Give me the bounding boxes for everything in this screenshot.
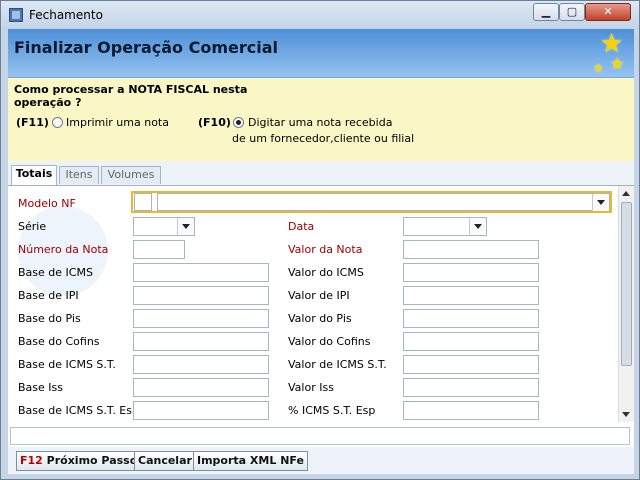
f10-key-label: (F10): [198, 116, 231, 129]
base-icms-st-esp-input[interactable]: [133, 401, 269, 420]
vertical-scrollbar[interactable]: [618, 186, 634, 422]
label-valor-cofins: Valor do Cofins: [288, 335, 371, 348]
radio-digitar-label[interactable]: Digitar uma nota recebida: [248, 116, 392, 129]
label-base-cofins: Base do Cofins: [18, 335, 100, 348]
tab-strip: Totais Itens Volumes: [8, 161, 634, 186]
header-banner: Finalizar Operação Comercial ★ ★ ★: [8, 29, 634, 78]
next-step-label: Próximo Passo: [46, 454, 138, 467]
action-bar: F12 Próximo Passo Cancelar Importa XML N…: [8, 447, 634, 474]
chevron-down-icon[interactable]: [177, 218, 194, 235]
f12-key-label: F12: [20, 454, 43, 467]
radio-digitar-label-line2: de um fornecedor,cliente ou filial: [232, 132, 415, 145]
title-bar[interactable]: Fechamento ▁ ▢ ✕: [1, 1, 639, 29]
scroll-thumb[interactable]: [621, 202, 632, 366]
label-base-icms-st-esp: Base de ICMS S.T. Esp: [18, 404, 139, 417]
label-valor-ipi: Valor de IPI: [288, 289, 350, 302]
radio-imprimir[interactable]: [52, 117, 63, 128]
label-serie: Série: [18, 220, 47, 233]
label-data: Data: [288, 220, 315, 233]
label-base-icms: Base de ICMS: [18, 266, 93, 279]
serie-select[interactable]: [133, 217, 195, 236]
label-valor-iss: Valor Iss: [288, 381, 334, 394]
status-strip: [10, 427, 630, 445]
app-icon: [9, 8, 23, 22]
valor-icms-input[interactable]: [403, 263, 539, 282]
close-icon[interactable]: ✕: [585, 3, 631, 21]
tab-volumes[interactable]: Volumes: [101, 166, 161, 184]
label-valor-icms-st: Valor de ICMS S.T.: [288, 358, 387, 371]
label-base-ipi: Base de IPI: [18, 289, 79, 302]
base-ipi-input[interactable]: [133, 286, 269, 305]
import-xml-button[interactable]: Importa XML NFe: [193, 451, 308, 471]
numero-nota-input[interactable]: [133, 240, 185, 259]
valor-ipi-input[interactable]: [403, 286, 539, 305]
radio-digitar[interactable]: [233, 117, 244, 128]
f11-key-label: (F11): [16, 116, 49, 129]
base-icms-st-input[interactable]: [133, 355, 269, 374]
label-pct-icms-st-esp: % ICMS S.T. Esp: [288, 404, 376, 417]
data-select[interactable]: [403, 217, 487, 236]
valor-nota-input[interactable]: [403, 240, 539, 259]
label-numero-nota: Número da Nota: [18, 243, 109, 256]
window-title: Fechamento: [29, 8, 103, 22]
question-panel: Como processar a NOTA FISCAL nesta opera…: [8, 78, 634, 161]
minimize-icon[interactable]: ▁: [533, 3, 559, 21]
dialog-body: Finalizar Operação Comercial ★ ★ ★ Como …: [8, 29, 634, 474]
label-base-icms-st: Base de ICMS S.T.: [18, 358, 116, 371]
next-step-button[interactable]: F12 Próximo Passo: [16, 451, 142, 471]
radio-imprimir-label[interactable]: Imprimir uma nota: [66, 116, 169, 129]
valor-icms-st-input[interactable]: [403, 355, 539, 374]
valor-pis-input[interactable]: [403, 309, 539, 328]
page-title: Finalizar Operação Comercial: [14, 38, 278, 57]
question-prompt: Como processar a NOTA FISCAL nesta opera…: [14, 83, 248, 109]
label-valor-nota: Valor da Nota: [288, 243, 363, 256]
chevron-down-icon[interactable]: [469, 218, 486, 235]
label-base-iss: Base Iss: [18, 381, 63, 394]
label-valor-pis: Valor do Pis: [288, 312, 352, 325]
totais-form: Modelo NF Série Data Número da Nota Valo…: [8, 186, 618, 422]
fechamento-window: Fechamento ▁ ▢ ✕ Finalizar Operação Come…: [0, 0, 640, 480]
label-modelo-nf: Modelo NF: [18, 197, 76, 210]
maximize-icon[interactable]: ▢: [559, 3, 585, 21]
base-cofins-input[interactable]: [133, 332, 269, 351]
tab-totais[interactable]: Totais: [11, 165, 57, 185]
cancel-button[interactable]: Cancelar: [134, 451, 196, 471]
label-valor-icms: Valor do ICMS: [288, 266, 364, 279]
valor-iss-input[interactable]: [403, 378, 539, 397]
label-base-pis: Base do Pis: [18, 312, 81, 325]
tab-itens[interactable]: Itens: [59, 166, 99, 184]
modelo-code-input[interactable]: [134, 193, 152, 211]
base-pis-input[interactable]: [133, 309, 269, 328]
scroll-up-icon[interactable]: [622, 191, 630, 196]
scroll-down-icon[interactable]: [622, 412, 630, 417]
star-small-icon: ★: [610, 54, 625, 73]
base-icms-input[interactable]: [133, 263, 269, 282]
pct-icms-st-esp-input[interactable]: [403, 401, 539, 420]
chevron-down-icon[interactable]: [592, 194, 609, 211]
base-iss-input[interactable]: [133, 378, 269, 397]
valor-cofins-input[interactable]: [403, 332, 539, 351]
modelo-nf-select[interactable]: [157, 193, 610, 211]
